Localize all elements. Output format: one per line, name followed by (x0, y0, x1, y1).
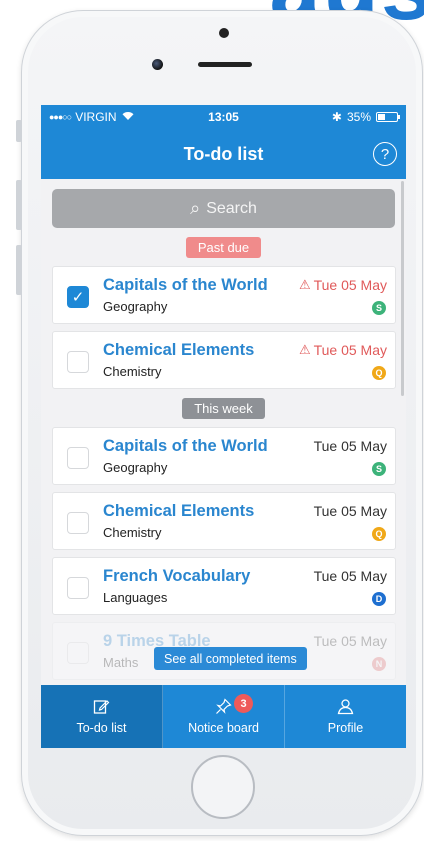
tab-label: Notice board (188, 721, 259, 735)
battery-fill (378, 114, 385, 120)
task-checkbox[interactable] (67, 351, 89, 373)
task-due-date: Tue 05 May (313, 503, 387, 519)
phone-volume-up (16, 180, 22, 230)
help-icon[interactable]: ? (373, 142, 397, 166)
battery-icon (376, 112, 400, 122)
task-due-date: ⚠ Tue 05 May (299, 277, 387, 293)
task-title: Capitals of the World (103, 276, 268, 294)
search-placeholder: Search (206, 199, 257, 217)
task-title: Chemical Elements (103, 502, 255, 520)
search-icon: ⌕ (190, 198, 201, 218)
nav-bar: To-do list ? (41, 129, 406, 179)
section-header-this-week: This week (182, 398, 265, 419)
task-due-date: Tue 05 May (313, 568, 387, 584)
tab-profile[interactable]: Profile (285, 685, 406, 748)
task-type-badge: Q (372, 366, 386, 380)
tab-to-do-list[interactable]: To-do list (41, 685, 163, 748)
task-title: Chemical Elements (103, 341, 255, 359)
task-due-date: ⚠ Tue 05 May (299, 342, 387, 358)
phone-volume-down (16, 245, 22, 295)
task-subject: Maths (103, 655, 139, 670)
task-row[interactable]: Capitals of the World Geography Tue 05 M… (52, 427, 396, 485)
task-due-date: Tue 05 May (313, 633, 387, 649)
task-checkbox-checked[interactable]: ✓ (67, 286, 89, 308)
task-row[interactable]: ✓ Capitals of the World Geography ⚠ Tue 0… (52, 266, 396, 324)
tab-notice-board[interactable]: 3 Notice board (163, 685, 285, 748)
task-title: French Vocabulary (103, 567, 251, 585)
warning-icon: ⚠ (298, 277, 311, 292)
tab-label: To-do list (76, 721, 127, 735)
task-type-badge: D (372, 592, 386, 606)
phone-mute-switch (16, 120, 22, 142)
tab-label: Profile (327, 721, 364, 735)
front-camera (152, 59, 163, 70)
task-date-text: Tue 05 May (313, 277, 387, 293)
task-checkbox[interactable] (67, 642, 89, 664)
home-button[interactable] (191, 755, 255, 819)
task-subject: Chemistry (103, 525, 162, 540)
task-row[interactable]: French Vocabulary Languages Tue 05 May D (52, 557, 396, 615)
task-row[interactable]: Chemical Elements Chemistry Tue 05 May Q (52, 492, 396, 550)
earpiece-speaker (198, 62, 252, 67)
task-type-badge: S (372, 301, 386, 315)
status-bar: ●●●○○ VIRGIN 13:05 ✱ 35% (41, 105, 406, 129)
scrollbar[interactable] (401, 181, 404, 396)
task-checkbox[interactable] (67, 512, 89, 534)
task-row[interactable]: Chemical Elements Chemistry ⚠ Tue 05 May … (52, 331, 396, 389)
checkmark-icon: ✓ (71, 289, 85, 306)
task-subject: Geography (103, 299, 168, 314)
status-time: 13:05 (208, 110, 239, 124)
edit-icon (93, 698, 110, 716)
user-icon (337, 698, 354, 716)
task-title: Capitals of the World (103, 437, 268, 455)
proximity-sensor (219, 28, 229, 38)
task-checkbox[interactable] (67, 577, 89, 599)
pin-icon (215, 698, 232, 716)
task-type-badge: S (372, 462, 386, 476)
task-subject: Languages (103, 590, 168, 605)
task-checkbox[interactable] (67, 447, 89, 469)
task-subject: Chemistry (103, 364, 162, 379)
task-type-badge: N (372, 657, 386, 671)
task-due-date: Tue 05 May (313, 438, 387, 454)
search-input[interactable]: ⌕ Search (52, 189, 395, 228)
task-type-badge: Q (372, 527, 386, 541)
page-title: To-do list (183, 143, 264, 164)
task-date-text: Tue 05 May (313, 342, 387, 358)
app-screen: ●●●○○ VIRGIN 13:05 ✱ 35% To-do list ? ⌕ … (41, 105, 406, 748)
section-header-past-due: Past due (185, 237, 262, 258)
tab-bar: To-do list 3 Notice board Profile (41, 685, 406, 748)
warning-icon: ⚠ (298, 342, 311, 357)
notification-badge: 3 (234, 694, 253, 713)
task-subject: Geography (103, 460, 168, 475)
see-all-completed-button[interactable]: See all completed items (154, 647, 307, 670)
